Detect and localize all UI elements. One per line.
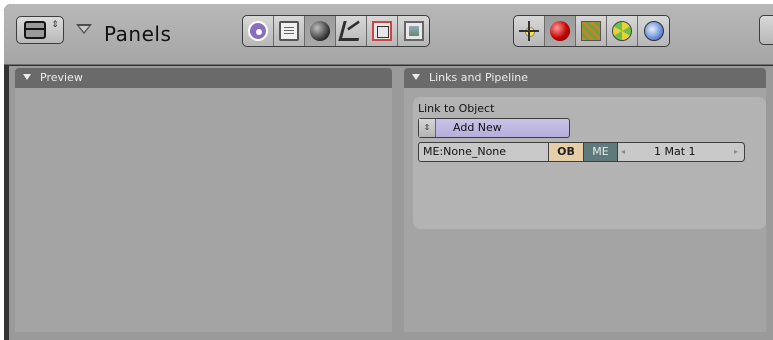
link-to-object-block: Link to Object ⇕ Add New ME:None_None OB…	[413, 97, 766, 229]
material-icon	[550, 21, 570, 41]
next-slot-arrow-icon[interactable]: ▸	[734, 143, 738, 161]
scene-icon	[403, 21, 424, 41]
me-toggle-button[interactable]: ME	[584, 142, 618, 162]
scene-context-button[interactable]	[398, 16, 429, 46]
texture-button[interactable]	[576, 16, 607, 46]
radiosity-button[interactable]	[607, 16, 638, 46]
window-type-menu[interactable]: ⇕	[16, 16, 64, 44]
preview-panel-header[interactable]: Preview	[15, 68, 392, 88]
previous-slot-arrow-icon[interactable]: ◂	[621, 143, 625, 161]
material-slot-stepper[interactable]: ◂ 1 Mat 1 ▸	[618, 142, 745, 162]
editing-context-button[interactable]	[367, 16, 398, 46]
script-context-button[interactable]	[274, 16, 305, 46]
preview-panel-title: Preview	[40, 71, 83, 84]
preview-panel-body	[15, 88, 392, 332]
updown-arrows-icon: ⇕	[51, 20, 59, 30]
collapse-triangle-icon[interactable]	[412, 74, 420, 80]
ob-toggle-button[interactable]: OB	[549, 142, 584, 162]
logic-context-button[interactable]	[243, 16, 274, 46]
links-panel-title: Links and Pipeline	[429, 71, 528, 84]
script-icon	[279, 21, 299, 41]
link-to-object-label: Link to Object	[418, 102, 495, 115]
mesh-name-field[interactable]: ME:None_None	[418, 142, 549, 162]
add-new-material-button[interactable]: ⇕ Add New	[418, 118, 570, 138]
world-icon	[643, 21, 664, 41]
shading-icon	[310, 21, 330, 41]
world-button[interactable]	[638, 16, 669, 46]
material-slot-value: 1 Mat 1	[654, 145, 696, 158]
lamp-button[interactable]	[514, 16, 545, 46]
main-context-buttons	[242, 15, 430, 47]
radiosity-icon	[612, 21, 632, 41]
buttons-window-icon	[24, 21, 46, 39]
texture-icon	[581, 21, 601, 41]
header-panels-label[interactable]: Panels	[104, 22, 171, 46]
links-panel-header[interactable]: Links and Pipeline	[404, 68, 766, 88]
shading-context-button[interactable]	[305, 16, 336, 46]
collapse-triangle-icon[interactable]	[23, 74, 31, 80]
logic-icon	[248, 21, 268, 41]
add-new-label: Add New	[453, 121, 502, 134]
lamp-icon	[518, 20, 540, 42]
object-context-button[interactable]	[336, 16, 367, 46]
material-button[interactable]	[545, 16, 576, 46]
object-icon	[338, 21, 364, 41]
shading-subcontext-buttons	[513, 15, 670, 47]
window-header: ⇕ Panels	[4, 4, 773, 65]
editing-icon	[372, 21, 392, 41]
link-row: ME:None_None OB ME ◂ 1 Mat 1 ▸	[418, 142, 745, 162]
clipped-header-button[interactable]	[759, 15, 773, 45]
browse-spinner-icon[interactable]: ⇕	[419, 119, 436, 137]
header-collapse-triangle-icon[interactable]	[76, 24, 92, 34]
links-panel-body: Link to Object ⇕ Add New ME:None_None OB…	[404, 88, 766, 332]
